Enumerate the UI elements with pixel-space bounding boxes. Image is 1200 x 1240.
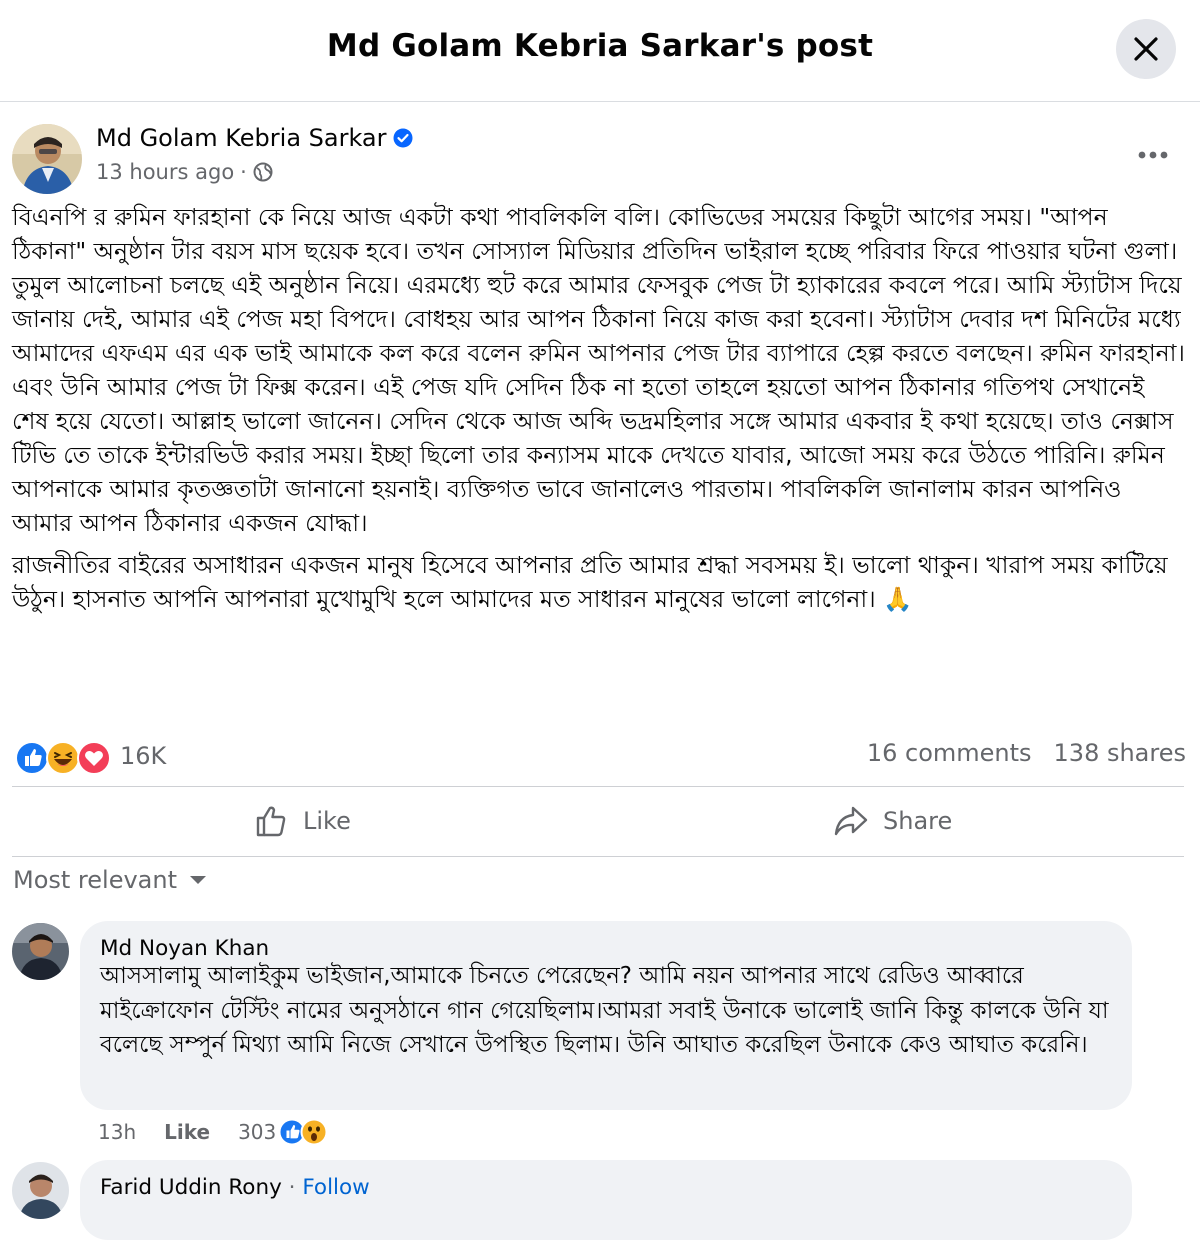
more-options-button[interactable] — [1132, 140, 1176, 170]
comment-wow-reaction-icon — [300, 1118, 328, 1146]
comment-like-button[interactable]: Like — [164, 1120, 210, 1144]
commenter-name[interactable]: Md Noyan Khan — [100, 936, 269, 961]
post-meta: 13 hours ago · — [96, 160, 273, 184]
globe-icon — [253, 162, 273, 182]
comment-time[interactable]: 13h — [98, 1120, 136, 1144]
reaction-count[interactable]: 16K — [120, 742, 166, 770]
name-separator: · — [281, 1175, 303, 1200]
verified-badge-icon — [393, 128, 413, 148]
author-avatar[interactable] — [12, 124, 82, 194]
comment-bubble — [80, 1160, 1132, 1240]
divider — [12, 786, 1184, 787]
more-dots-icon — [1138, 151, 1168, 159]
share-button[interactable]: Share — [833, 788, 952, 854]
thumbs-up-icon — [256, 806, 286, 837]
comment-text: আসসালামু আলাইকুম ভাইজান,আমাকে চিনতে পেরে… — [100, 963, 1109, 1058]
share-arrow-icon — [834, 806, 868, 836]
like-button[interactable]: Like — [255, 788, 351, 854]
commenter-name[interactable]: Farid Uddin Rony — [100, 1175, 282, 1200]
dialog-title: Md Golam Kebria Sarkar's post — [326, 28, 874, 64]
post-paragraph: বিএনপি র রুমিন ফারহানা কে নিয়ে আজ একটা … — [12, 203, 1185, 537]
commenter-avatar[interactable] — [12, 923, 69, 980]
sort-label: Most relevant — [13, 866, 178, 894]
post-stats: 16 comments 138 shares — [867, 739, 1186, 767]
like-label: Like — [303, 807, 351, 835]
close-button[interactable] — [1116, 19, 1176, 79]
reaction-icons[interactable] — [14, 738, 114, 778]
meta-separator: · — [240, 160, 247, 184]
shares-count[interactable]: 138 shares — [1054, 739, 1186, 767]
dialog-header: Md Golam Kebria Sarkar's post — [0, 0, 1200, 102]
commenter-name-row: Farid Uddin Rony · Follow — [100, 1175, 370, 1200]
close-icon — [1134, 37, 1158, 61]
follow-link[interactable]: Follow — [302, 1175, 369, 1200]
reactions-summary: 16K 16 comments 138 shares — [14, 738, 1186, 778]
post-body: বিএনপি র রুমিন ফারহানা কে নিয়ে আজ একটা … — [12, 200, 1188, 624]
comments-count[interactable]: 16 comments — [867, 739, 1032, 767]
share-label: Share — [883, 807, 953, 835]
post-paragraph: রাজনীতির বাইরের অসাধারন একজন মানুষ হিসেব… — [12, 551, 1168, 613]
comment-reaction-count[interactable]: 303 — [238, 1120, 276, 1144]
post-time[interactable]: 13 hours ago — [96, 160, 234, 184]
love-reaction-icon — [77, 741, 111, 775]
author-name[interactable]: Md Golam Kebria Sarkar — [96, 124, 387, 152]
comment-actions: 13h Like 303 — [98, 1118, 328, 1146]
divider — [12, 856, 1184, 857]
caret-down-icon — [190, 876, 207, 884]
commenter-avatar[interactable] — [12, 1162, 69, 1219]
comment-sort-dropdown[interactable]: Most relevant — [13, 866, 207, 894]
